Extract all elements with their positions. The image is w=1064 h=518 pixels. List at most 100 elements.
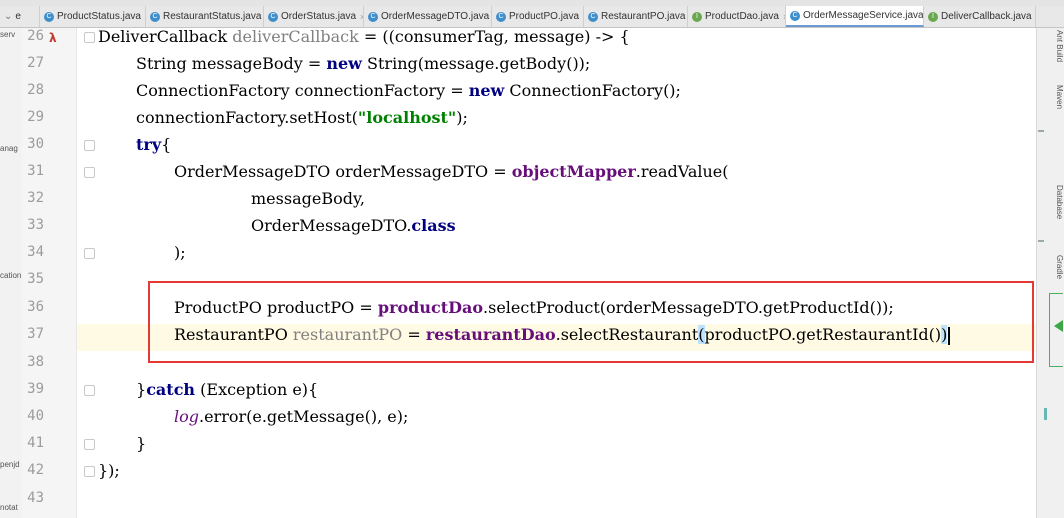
line-number: 39	[27, 381, 44, 397]
code-line[interactable]: messageBody,	[251, 185, 365, 212]
code-token: (Exception e){	[195, 380, 319, 399]
line-number: 28	[27, 82, 44, 98]
fold-marker-icon[interactable]	[84, 385, 95, 396]
line-number: 40	[27, 408, 44, 424]
code-token: );	[456, 108, 468, 127]
code-line[interactable]: OrderMessageDTO.class	[251, 212, 456, 239]
database-tool-label[interactable]: Database	[1055, 185, 1064, 219]
chevron-down-icon[interactable]: ⌄	[4, 11, 12, 22]
code-line[interactable]: }	[136, 430, 146, 457]
field-token: objectMapper	[511, 162, 636, 181]
code-token: OrderMessageDTO orderMessageDTO =	[174, 162, 512, 181]
tab-productdao[interactable]: I ProductDao.java ×	[688, 6, 786, 27]
line-number: 31	[27, 163, 44, 179]
interface-icon: I	[928, 11, 938, 22]
line-number: 35	[27, 271, 44, 287]
project-tree-label: anag	[0, 144, 18, 153]
code-token: connectionFactory.setHost(	[136, 108, 358, 127]
line-number: 27	[27, 55, 44, 71]
fold-marker-icon[interactable]	[84, 32, 95, 43]
project-tool-window[interactable]: serv anag cation penjd notat	[0, 28, 23, 518]
interface-icon: I	[692, 11, 702, 22]
code-line[interactable]: DeliverCallback deliverCallback = ((cons…	[98, 23, 630, 50]
code-token: String(message.getBody());	[361, 54, 591, 73]
code-token: .readValue(	[635, 162, 729, 181]
fold-marker-icon[interactable]	[84, 248, 95, 259]
project-tree-label: serv	[0, 30, 16, 39]
code-token: String messageBody =	[136, 54, 327, 73]
tab-label: ProductDao.java	[705, 11, 779, 22]
line-number: 26	[27, 28, 44, 44]
tab-label: ProductStatus.java	[57, 11, 141, 22]
tab-label: OrderStatus.java	[281, 11, 357, 22]
code-token: {	[161, 135, 172, 154]
line-number: 33	[27, 217, 44, 233]
fold-marker-icon[interactable]	[84, 167, 95, 178]
line-number: 43	[27, 490, 44, 506]
project-tree-label: penjd	[0, 460, 20, 469]
class-icon: C	[790, 10, 800, 21]
gradle-tool-label[interactable]: Gradle	[1055, 255, 1064, 279]
line-number: 29	[27, 109, 44, 125]
class-icon: C	[496, 11, 506, 22]
class-icon: C	[268, 11, 278, 22]
ant-build-tool-label[interactable]: Ant Build	[1055, 30, 1064, 62]
fold-marker-icon[interactable]	[84, 466, 95, 477]
change-marker[interactable]	[1044, 408, 1047, 420]
project-tree-label: cation	[0, 271, 22, 280]
keyword-token: new	[468, 81, 505, 100]
run-arrow-icon[interactable]	[1054, 320, 1063, 332]
static-field-token: log	[174, 407, 199, 426]
keyword-token: try	[136, 135, 162, 154]
code-token: }	[136, 380, 147, 399]
tab-delivercallback[interactable]: I DeliverCallback.java ×	[924, 6, 1036, 27]
fold-marker-icon[interactable]	[84, 140, 95, 151]
string-token: "localhost"	[357, 108, 457, 127]
line-number: 36	[27, 299, 44, 315]
code-line[interactable]: );	[174, 239, 186, 266]
line-number: 41	[27, 435, 44, 451]
code-line[interactable]: ConnectionFactory connectionFactory = ne…	[136, 77, 681, 104]
keyword-token: class	[411, 216, 456, 235]
code-token: = ((consumerTag, message) -> {	[358, 27, 630, 46]
code-token: .error(e.getMessage(), e);	[199, 407, 409, 426]
code-line[interactable]: OrderMessageDTO orderMessageDTO = object…	[174, 158, 729, 185]
keyword-token: catch	[146, 380, 196, 399]
scroll-marker[interactable]	[1038, 240, 1044, 242]
line-number: 32	[27, 190, 44, 206]
code-line[interactable]: });	[98, 457, 120, 484]
class-icon: C	[150, 11, 160, 22]
fold-marker-icon[interactable]	[84, 439, 95, 450]
tab-label: OrderMessageDTO.java	[381, 11, 490, 22]
class-icon: C	[368, 11, 378, 22]
code-token: DeliverCallback	[98, 27, 233, 46]
keyword-token: new	[326, 54, 362, 73]
line-number: 34	[27, 244, 44, 260]
maven-tool-label[interactable]: Maven	[1055, 85, 1064, 109]
project-tree-label: notat	[0, 503, 18, 512]
tab-label: DeliverCallback.java	[941, 11, 1032, 22]
line-number: 42	[27, 462, 44, 478]
tab-label: ProductPO.java	[509, 11, 580, 22]
tab-label: OrderMessageService.java	[803, 10, 924, 21]
line-number: 37	[27, 326, 44, 342]
annotation-highlight-box	[148, 281, 1034, 363]
lambda-icon[interactable]: λ	[49, 31, 57, 45]
code-line[interactable]: String messageBody = new String(message.…	[136, 50, 590, 77]
code-line[interactable]: connectionFactory.setHost("localhost");	[136, 104, 468, 131]
tab-label: RestaurantStatus.java	[163, 11, 262, 22]
scroll-marker[interactable]	[1038, 130, 1044, 132]
code-token: ConnectionFactory();	[504, 81, 681, 100]
code-token: OrderMessageDTO.	[251, 216, 412, 235]
code-line[interactable]: try{	[136, 131, 171, 158]
tab-label: RestaurantPO.java	[601, 11, 686, 22]
tab-label: e	[15, 11, 21, 22]
code-line[interactable]: log.error(e.getMessage(), e);	[174, 403, 408, 430]
line-number: 30	[27, 136, 44, 152]
code-token: deliverCallback	[232, 27, 359, 46]
line-number: 38	[27, 354, 44, 370]
class-icon: C	[44, 11, 54, 22]
code-line[interactable]: }catch (Exception e){	[136, 376, 318, 403]
tab-ordermessageservice[interactable]: C OrderMessageService.java ×	[786, 6, 924, 27]
class-icon: C	[588, 11, 598, 22]
